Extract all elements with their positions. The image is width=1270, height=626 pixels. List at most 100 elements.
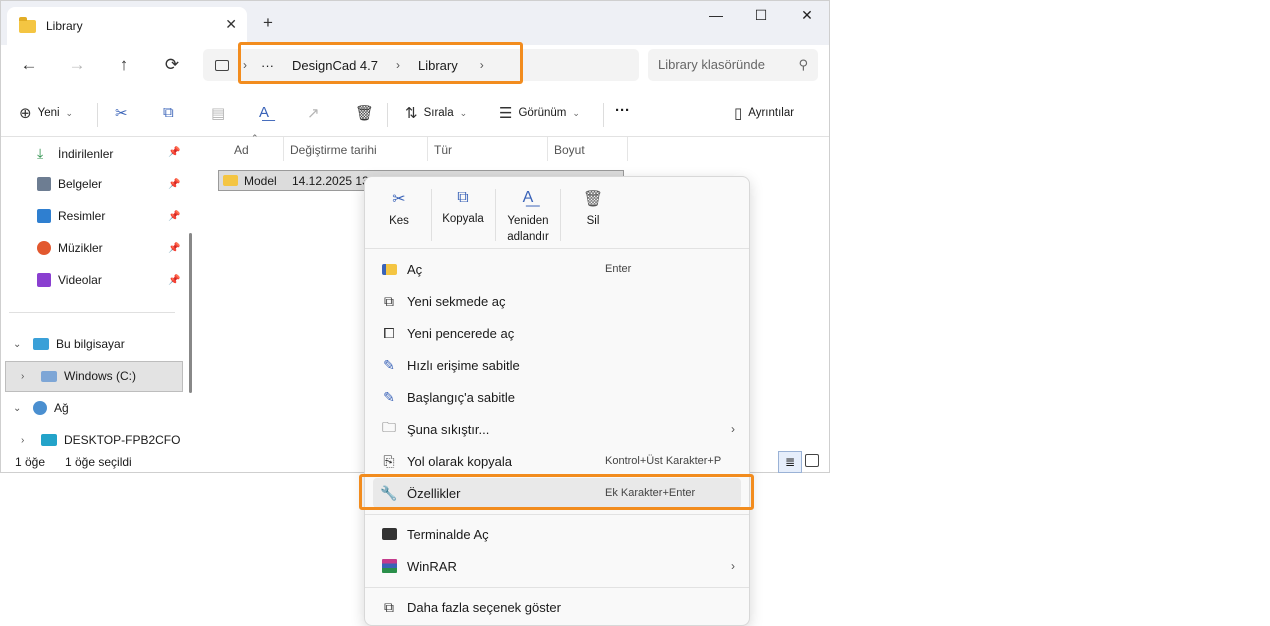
sidebar-item-pictures[interactable]: Resimler (37, 209, 105, 223)
minimize-button[interactable]: — (701, 7, 731, 23)
sidebar-item-label: Ağ (54, 401, 69, 415)
pin-icon[interactable]: 📌 (168, 147, 180, 158)
refresh-button[interactable]: ⟳ (160, 55, 184, 75)
sidebar-divider (9, 312, 175, 313)
maximize-button[interactable]: ☐ (746, 7, 776, 24)
menu-item-open[interactable]: Aç Enter (373, 254, 741, 284)
chevron-down-icon: ⌄ (572, 107, 580, 118)
details-pane-button[interactable]: ▯ Ayrıntılar (734, 104, 794, 122)
large-icons-view-button[interactable] (805, 454, 819, 467)
search-placeholder: Library klasöründe (658, 57, 765, 72)
pin-icon[interactable]: 📌 (168, 179, 180, 190)
quick-label: Kes (389, 215, 409, 227)
pictures-icon (37, 209, 51, 223)
sidebar-item-this-pc[interactable]: ⌄ Bu bilgisayar (13, 337, 125, 351)
copy-button[interactable]: ⧉ (163, 104, 174, 121)
forward-button[interactable]: → (65, 55, 89, 75)
delete-button[interactable]: 🗑 (355, 104, 374, 122)
sidebar-item-videos[interactable]: Videolar (37, 273, 102, 287)
menu-item-winrar[interactable]: WinRAR › (373, 551, 741, 581)
sort-label: Sırala (423, 107, 454, 119)
sidebar-item-label: DESKTOP-FPB2CFO (64, 433, 181, 447)
rename-button[interactable]: A͟ (259, 104, 269, 121)
sidebar-item-drive-c[interactable]: › Windows (C:) (21, 369, 136, 383)
pin-icon[interactable]: 📌 (168, 211, 180, 222)
share-button[interactable]: ↗ (307, 104, 320, 122)
up-button[interactable]: ↑ (112, 55, 136, 75)
zip-folder-icon: 🗀 (382, 419, 396, 435)
back-button[interactable]: ← (17, 55, 41, 75)
column-divider[interactable] (627, 137, 628, 161)
menu-item-label: Aç (407, 261, 423, 277)
chevron-right-icon: › (21, 370, 25, 382)
tab-library[interactable]: Library ✕ (7, 7, 247, 45)
sidebar-scrollbar[interactable] (189, 233, 192, 393)
menu-item-open-new-window[interactable]: ⧠ Yeni pencerede aç (373, 318, 741, 348)
quick-rename-button[interactable]: A͟ Yeniden adlandır (496, 177, 560, 245)
menu-item-pin-quick-access[interactable]: ✎ Hızlı erişime sabitle (373, 350, 741, 380)
menu-item-copy-as-path[interactable]: ⎘ Yol olarak kopyala Kontrol+Üst Karakte… (373, 446, 741, 476)
search-input[interactable]: Library klasöründe ⚲ (648, 49, 818, 81)
more-options-icon: ⧉ (384, 598, 394, 615)
computer-icon (215, 59, 229, 71)
column-name[interactable]: Ad (234, 143, 249, 157)
details-view-button[interactable]: ≣ (778, 451, 802, 473)
paste-button[interactable]: ▤ (211, 104, 225, 122)
sidebar-item-downloads[interactable]: ⤓ İndirilenler (37, 145, 113, 162)
quick-copy-button[interactable]: ⧉ Kopyala (431, 177, 495, 225)
address-highlight (238, 42, 523, 84)
cut-button[interactable]: ✂ (115, 104, 128, 122)
tab-close-icon[interactable]: ✕ (225, 16, 237, 33)
sidebar-item-music[interactable]: Müzikler (37, 241, 103, 255)
menu-item-pin-start[interactable]: ✎ Başlangıç'a sabitle (373, 382, 741, 412)
column-size[interactable]: Boyut (554, 143, 585, 157)
menu-item-label: Başlangıç'a sabitle (407, 389, 515, 405)
menu-item-open-terminal[interactable]: Terminalde Aç (373, 519, 741, 549)
sidebar-item-label: İndirilenler (58, 146, 114, 161)
details-pane-icon: ▯ (734, 105, 743, 122)
folder-icon (19, 16, 36, 33)
sort-button[interactable]: ⇅ Sırala ⌄ (405, 104, 467, 122)
monitor-icon (33, 338, 49, 350)
view-button[interactable]: ☰ Görünüm ⌄ (499, 104, 580, 122)
column-date[interactable]: Değiştirme tarihi (290, 143, 377, 157)
copy-icon: ⧉ (163, 104, 174, 121)
menu-item-label: Terminalde Aç (407, 526, 489, 542)
sort-ascending-icon: ⌃ (251, 133, 259, 143)
scissors-icon: ✂ (392, 191, 406, 208)
context-menu: ✂ Kes ⧉ Kopyala A͟ Yeniden adlandır 🗑 Si… (364, 176, 750, 626)
title-bar: Library ✕ + — ☐ ✕ (1, 1, 829, 45)
column-type[interactable]: Tür (434, 143, 452, 157)
menu-item-label: Şuna sıkıştır... (407, 421, 490, 437)
sidebar-item-network[interactable]: ⌄ Ağ (13, 401, 69, 415)
chevron-right-icon: › (731, 422, 735, 436)
menu-item-compress[interactable]: 🗀 Şuna sıkıştır... › (373, 414, 741, 444)
sidebar-item-documents[interactable]: Belgeler (37, 177, 102, 191)
monitor-icon (41, 434, 57, 446)
column-divider[interactable] (283, 137, 284, 161)
sidebar-item-desktop-pc[interactable]: › DESKTOP-FPB2CFO (21, 433, 180, 447)
quick-delete-button[interactable]: 🗑 Sil (561, 177, 625, 227)
menu-item-open-new-tab[interactable]: ⧉ Yeni sekmede aç (373, 286, 741, 316)
tab-title: Library (46, 19, 83, 33)
column-divider[interactable] (547, 137, 548, 161)
pin-icon[interactable]: 📌 (168, 275, 180, 286)
network-icon (33, 401, 47, 415)
new-tab-button[interactable]: + (263, 13, 273, 33)
row-name: Model (244, 173, 277, 188)
music-icon (37, 241, 51, 255)
menu-item-shortcut: Enter (605, 263, 632, 275)
column-divider[interactable] (427, 137, 428, 161)
close-window-button[interactable]: ✕ (792, 7, 822, 24)
menu-item-label: Yol olarak kopyala (407, 453, 513, 469)
sidebar-item-label: Videolar (58, 273, 102, 287)
menu-item-label: WinRAR (407, 558, 457, 574)
chevron-down-icon: ⌄ (13, 402, 22, 414)
quick-cut-button[interactable]: ✂ Kes (367, 177, 431, 227)
menu-item-more-options[interactable]: ⧉ Daha fazla seçenek göster (373, 592, 741, 622)
menu-item-label: Daha fazla seçenek göster (407, 599, 561, 615)
list-icon: ≣ (784, 455, 796, 469)
more-options-button[interactable]: ··· (615, 102, 630, 119)
new-button[interactable]: ⊕ Yeni ⌄ (19, 104, 73, 122)
pin-icon[interactable]: 📌 (168, 243, 180, 254)
